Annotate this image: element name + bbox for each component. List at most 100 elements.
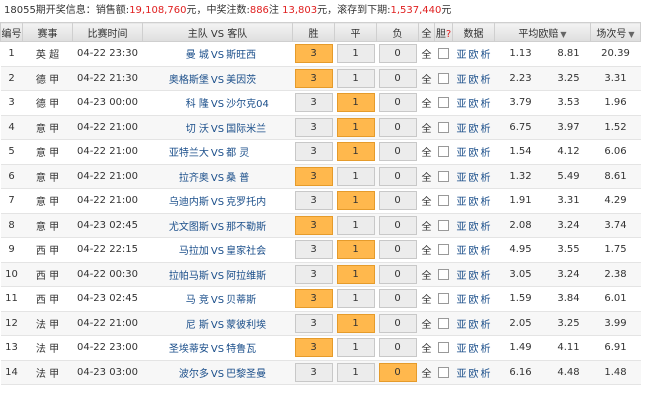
euro-odds-link[interactable]: 欧 xyxy=(469,50,479,61)
euro-odds-link[interactable]: 欧 xyxy=(469,344,479,355)
lose-option-button[interactable]: 0 xyxy=(378,362,417,382)
draw-option-button[interactable]: 1 xyxy=(336,240,375,260)
lose-option-button[interactable]: 0 xyxy=(378,117,417,137)
select-all-link[interactable]: 全 xyxy=(422,124,432,135)
draw-option-button[interactable]: 1 xyxy=(336,289,375,309)
home-team-link[interactable]: 尼 斯 xyxy=(145,316,209,331)
analysis-link[interactable]: 析 xyxy=(481,369,491,380)
banker-checkbox[interactable] xyxy=(438,170,449,182)
draw-option-button[interactable]: 1 xyxy=(336,215,375,235)
select-all-link[interactable]: 全 xyxy=(422,75,432,86)
analysis-link[interactable]: 析 xyxy=(481,197,491,208)
draw-option-button[interactable]: 1 xyxy=(336,362,375,382)
asian-odds-link[interactable]: 亚 xyxy=(457,173,467,184)
lose-option-button[interactable]: 0 xyxy=(378,313,417,333)
select-all-link[interactable]: 全 xyxy=(422,197,432,208)
away-team-link[interactable]: 沙尔克04 xyxy=(226,95,290,110)
analysis-link[interactable]: 析 xyxy=(481,99,491,110)
select-all-link[interactable]: 全 xyxy=(422,320,432,331)
win-option-button[interactable]: 3 xyxy=(294,240,333,260)
select-all-link[interactable]: 全 xyxy=(422,148,432,159)
asian-odds-link[interactable]: 亚 xyxy=(457,222,467,233)
win-option-button[interactable]: 3 xyxy=(294,313,333,333)
away-team-link[interactable]: 蒙彼利埃 xyxy=(226,316,290,331)
draw-option-button[interactable]: 1 xyxy=(336,93,375,113)
draw-option-button[interactable]: 1 xyxy=(336,166,375,186)
draw-option-button[interactable]: 1 xyxy=(336,68,375,88)
euro-odds-link[interactable]: 欧 xyxy=(469,148,479,159)
euro-odds-link[interactable]: 欧 xyxy=(469,295,479,306)
asian-odds-link[interactable]: 亚 xyxy=(457,197,467,208)
euro-odds-link[interactable]: 欧 xyxy=(469,197,479,208)
banker-checkbox[interactable] xyxy=(438,72,449,84)
analysis-link[interactable]: 析 xyxy=(481,271,491,282)
draw-option-button[interactable]: 1 xyxy=(336,44,375,64)
win-option-button[interactable]: 3 xyxy=(294,117,333,137)
lose-option-button[interactable]: 0 xyxy=(378,44,417,64)
banker-checkbox[interactable] xyxy=(438,293,449,304)
euro-odds-link[interactable]: 欧 xyxy=(469,99,479,110)
away-team-link[interactable]: 贝蒂斯 xyxy=(226,291,290,306)
win-option-button[interactable]: 3 xyxy=(294,289,333,309)
euro-odds-link[interactable]: 欧 xyxy=(469,271,479,282)
euro-odds-link[interactable]: 欧 xyxy=(469,246,479,257)
analysis-link[interactable]: 析 xyxy=(481,320,491,331)
analysis-link[interactable]: 析 xyxy=(481,246,491,257)
away-team-link[interactable]: 皇家社会 xyxy=(226,242,290,257)
banker-checkbox[interactable] xyxy=(438,219,449,231)
away-team-link[interactable]: 斯旺西 xyxy=(226,46,290,61)
lose-option-button[interactable]: 0 xyxy=(378,215,417,235)
win-option-button[interactable]: 3 xyxy=(294,44,333,64)
home-team-link[interactable]: 拉齐奥 xyxy=(145,169,209,184)
select-all-link[interactable]: 全 xyxy=(422,50,432,61)
home-team-link[interactable]: 奥格斯堡 xyxy=(145,71,209,86)
select-all-link[interactable]: 全 xyxy=(422,369,432,380)
away-team-link[interactable]: 阿拉维斯 xyxy=(226,267,290,282)
euro-odds-link[interactable]: 欧 xyxy=(469,222,479,233)
lose-option-button[interactable]: 0 xyxy=(378,93,417,113)
win-option-button[interactable]: 3 xyxy=(294,264,333,284)
away-team-link[interactable]: 特鲁瓦 xyxy=(226,340,290,355)
win-option-button[interactable]: 3 xyxy=(294,338,333,358)
win-option-button[interactable]: 3 xyxy=(294,166,333,186)
win-option-button[interactable]: 3 xyxy=(294,215,333,235)
sort-arrow-icon[interactable]: ▼ xyxy=(628,30,634,39)
banker-checkbox[interactable] xyxy=(438,121,449,133)
banker-checkbox[interactable] xyxy=(438,97,449,108)
banker-checkbox[interactable] xyxy=(438,268,449,280)
euro-odds-link[interactable]: 欧 xyxy=(469,320,479,331)
banker-checkbox[interactable] xyxy=(438,342,449,353)
euro-odds-link[interactable]: 欧 xyxy=(469,75,479,86)
banker-checkbox[interactable] xyxy=(438,195,449,206)
banker-checkbox[interactable] xyxy=(438,48,449,59)
away-team-link[interactable]: 美因茨 xyxy=(226,71,290,86)
asian-odds-link[interactable]: 亚 xyxy=(457,271,467,282)
select-all-link[interactable]: 全 xyxy=(422,173,432,184)
analysis-link[interactable]: 析 xyxy=(481,295,491,306)
euro-odds-link[interactable]: 欧 xyxy=(469,173,479,184)
analysis-link[interactable]: 析 xyxy=(481,148,491,159)
lose-option-button[interactable]: 0 xyxy=(378,264,417,284)
banker-checkbox[interactable] xyxy=(438,317,449,329)
asian-odds-link[interactable]: 亚 xyxy=(457,124,467,135)
home-team-link[interactable]: 拉帕马斯 xyxy=(145,267,209,282)
header-avg-odds[interactable]: 平均欧赔 ▼ xyxy=(494,22,591,42)
away-team-link[interactable]: 那不勒斯 xyxy=(226,218,290,233)
away-team-link[interactable]: 都 灵 xyxy=(226,144,290,159)
select-all-link[interactable]: 全 xyxy=(422,271,432,282)
home-team-link[interactable]: 马拉加 xyxy=(145,242,209,257)
win-option-button[interactable]: 3 xyxy=(294,68,333,88)
home-team-link[interactable]: 乌迪内斯 xyxy=(145,193,209,208)
lose-option-button[interactable]: 0 xyxy=(378,338,417,358)
lose-option-button[interactable]: 0 xyxy=(378,166,417,186)
banker-checkbox[interactable] xyxy=(438,146,449,157)
select-all-link[interactable]: 全 xyxy=(422,295,432,306)
home-team-link[interactable]: 亚特兰大 xyxy=(145,144,209,159)
euro-odds-link[interactable]: 欧 xyxy=(469,369,479,380)
home-team-link[interactable]: 科 隆 xyxy=(145,95,209,110)
asian-odds-link[interactable]: 亚 xyxy=(457,75,467,86)
asian-odds-link[interactable]: 亚 xyxy=(457,295,467,306)
select-all-link[interactable]: 全 xyxy=(422,99,432,110)
home-team-link[interactable]: 波尔多 xyxy=(145,365,209,380)
asian-odds-link[interactable]: 亚 xyxy=(457,99,467,110)
